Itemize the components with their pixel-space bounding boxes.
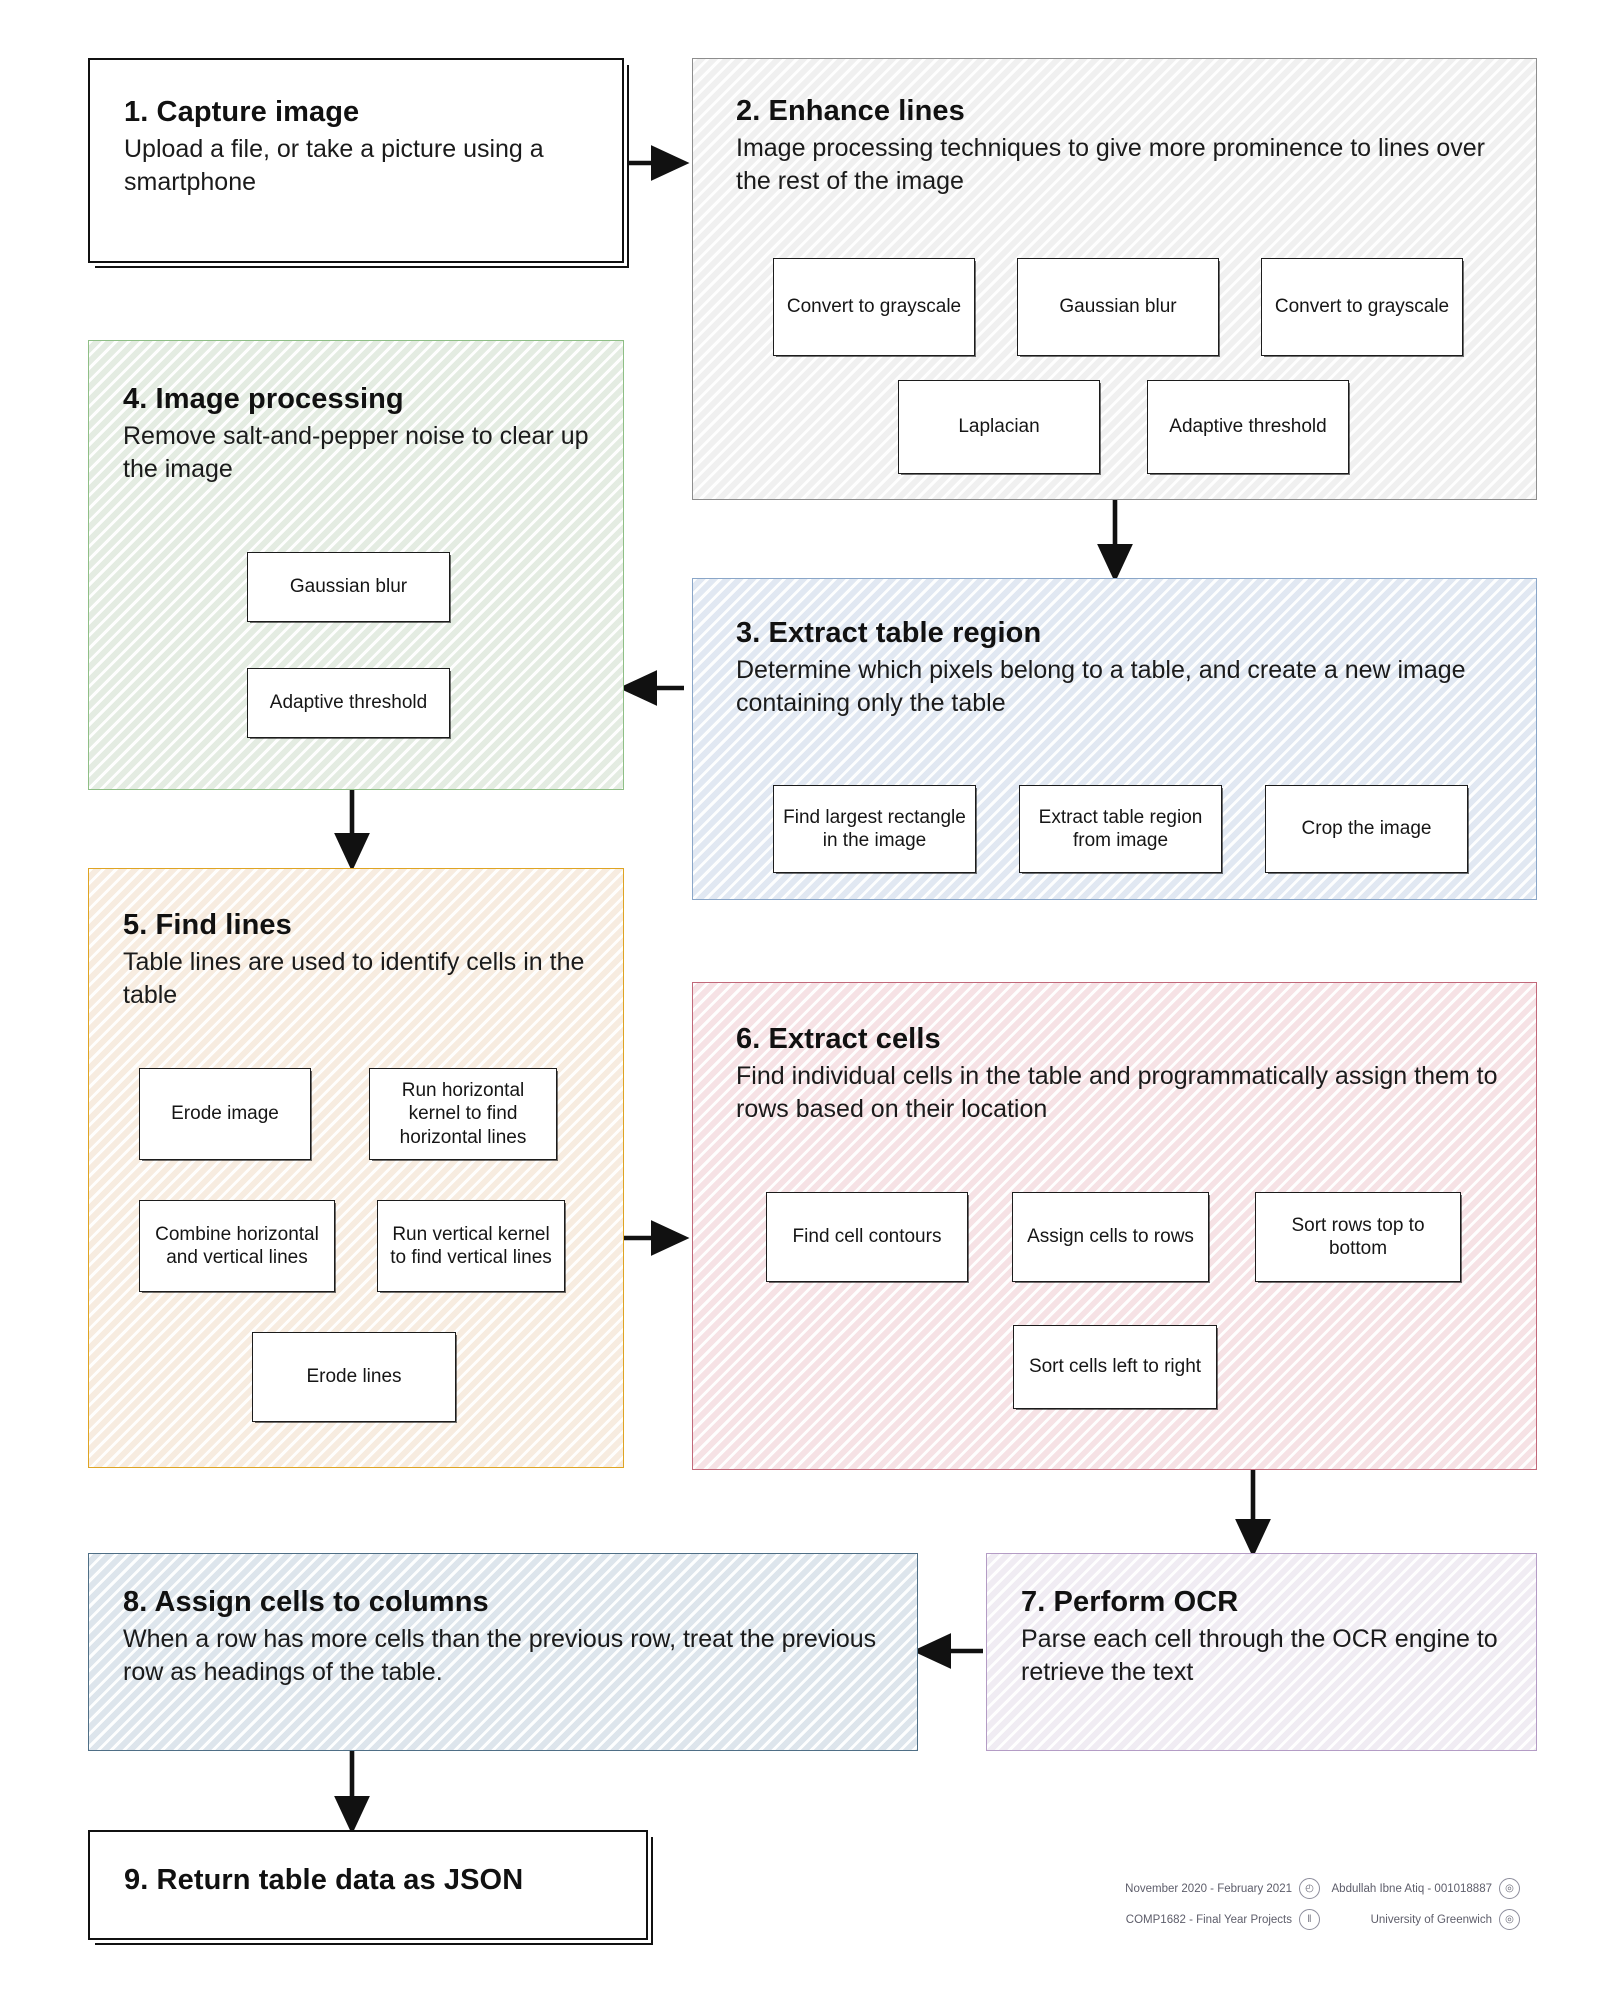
node-gaussian-blur-s4[interactable]: Gaussian blur — [247, 552, 450, 622]
step-2-description: Image processing techniques to give more… — [736, 134, 1486, 195]
node-erode-image[interactable]: Erode image — [139, 1068, 311, 1160]
step-8-description: When a row has more cells than the previ… — [123, 1625, 877, 1686]
node-adaptive-threshold-s2[interactable]: Adaptive threshold — [1147, 380, 1349, 474]
node-laplacian[interactable]: Laplacian — [898, 380, 1100, 474]
step-6-title: 6. Extract cells — [736, 1023, 941, 1055]
node-run-horizontal-kernel[interactable]: Run horizontal kernel to find horizontal… — [369, 1068, 557, 1160]
footer-credits: November 2020 - February 2021 ◴ Abdullah… — [1120, 1878, 1540, 1940]
node-convert-to-grayscale-2[interactable]: Convert to grayscale — [1261, 258, 1463, 356]
node-convert-to-grayscale-1[interactable]: Convert to grayscale — [773, 258, 975, 356]
step-5-description: Table lines are used to identify cells i… — [123, 948, 585, 1009]
node-adaptive-threshold-s4[interactable]: Adaptive threshold — [247, 668, 450, 738]
node-sort-cells-left-to-right[interactable]: Sort cells left to right — [1013, 1325, 1217, 1409]
credit-date-range: November 2020 - February 2021 ◴ — [1120, 1878, 1320, 1899]
credit-course: COMP1682 - Final Year Projects ‖ — [1120, 1909, 1320, 1930]
node-gaussian-blur-s2[interactable]: Gaussian blur — [1017, 258, 1219, 356]
step-3-description: Determine which pixels belong to a table… — [736, 656, 1466, 717]
credit-course-text: COMP1682 - Final Year Projects — [1125, 1913, 1292, 1926]
node-assign-cells-to-rows[interactable]: Assign cells to rows — [1012, 1192, 1209, 1282]
step-7-title: 7. Perform OCR — [1021, 1586, 1239, 1618]
step-9-return-table-data-as-json[interactable]: 9. Return table data as JSON — [88, 1830, 648, 1940]
node-run-vertical-kernel[interactable]: Run vertical kernel to find vertical lin… — [377, 1200, 565, 1292]
node-crop-the-image[interactable]: Crop the image — [1265, 785, 1468, 873]
step-4-title: 4. Image processing — [123, 383, 404, 415]
step-1-capture-image[interactable]: 1. Capture image Upload a file, or take … — [88, 58, 624, 263]
step-1-title: 1. Capture image — [124, 96, 360, 128]
step-3-title: 3. Extract table region — [736, 617, 1042, 649]
credit-date-range-text: November 2020 - February 2021 — [1125, 1882, 1292, 1895]
step-7-description: Parse each cell through the OCR engine t… — [1021, 1625, 1498, 1686]
step-9-title: 9. Return table data as JSON — [124, 1864, 524, 1896]
step-8-assign-cells-to-columns[interactable]: 8. Assign cells to columns When a row ha… — [88, 1553, 918, 1751]
person-icon: ◎ — [1499, 1878, 1520, 1899]
credit-row-bottom: COMP1682 - Final Year Projects ‖ Univers… — [1120, 1909, 1540, 1930]
calendar-icon: ◴ — [1299, 1878, 1320, 1899]
node-erode-lines[interactable]: Erode lines — [252, 1332, 456, 1422]
step-8-title: 8. Assign cells to columns — [123, 1586, 489, 1618]
step-2-title: 2. Enhance lines — [736, 95, 965, 127]
step-7-perform-ocr[interactable]: 7. Perform OCR Parse each cell through t… — [986, 1553, 1537, 1751]
book-icon: ‖ — [1299, 1909, 1320, 1930]
node-extract-table-region[interactable]: Extract table region from image — [1019, 785, 1222, 873]
credit-institution: University of Greenwich ◎ — [1320, 1909, 1520, 1930]
credit-author-text: Abdullah Ibne Atiq - 001018887 — [1331, 1882, 1493, 1895]
step-6-description: Find individual cells in the table and p… — [736, 1062, 1498, 1123]
node-find-largest-rectangle[interactable]: Find largest rectangle in the image — [773, 785, 976, 873]
step-5-title: 5. Find lines — [123, 909, 292, 941]
building-icon: ◎ — [1499, 1909, 1520, 1930]
credit-institution-text: University of Greenwich — [1370, 1913, 1492, 1926]
credit-author: Abdullah Ibne Atiq - 001018887 ◎ — [1320, 1878, 1520, 1899]
node-find-cell-contours[interactable]: Find cell contours — [766, 1192, 968, 1282]
credit-row-top: November 2020 - February 2021 ◴ Abdullah… — [1120, 1878, 1540, 1899]
step-4-description: Remove salt-and-pepper noise to clear up… — [123, 422, 589, 483]
flowchart-canvas: 1. Capture image Upload a file, or take … — [0, 0, 1600, 2000]
node-sort-rows-top-to-bottom[interactable]: Sort rows top to bottom — [1255, 1192, 1461, 1282]
step-1-description: Upload a file, or take a picture using a… — [124, 135, 544, 196]
node-combine-horizontal-vertical[interactable]: Combine horizontal and vertical lines — [139, 1200, 335, 1292]
